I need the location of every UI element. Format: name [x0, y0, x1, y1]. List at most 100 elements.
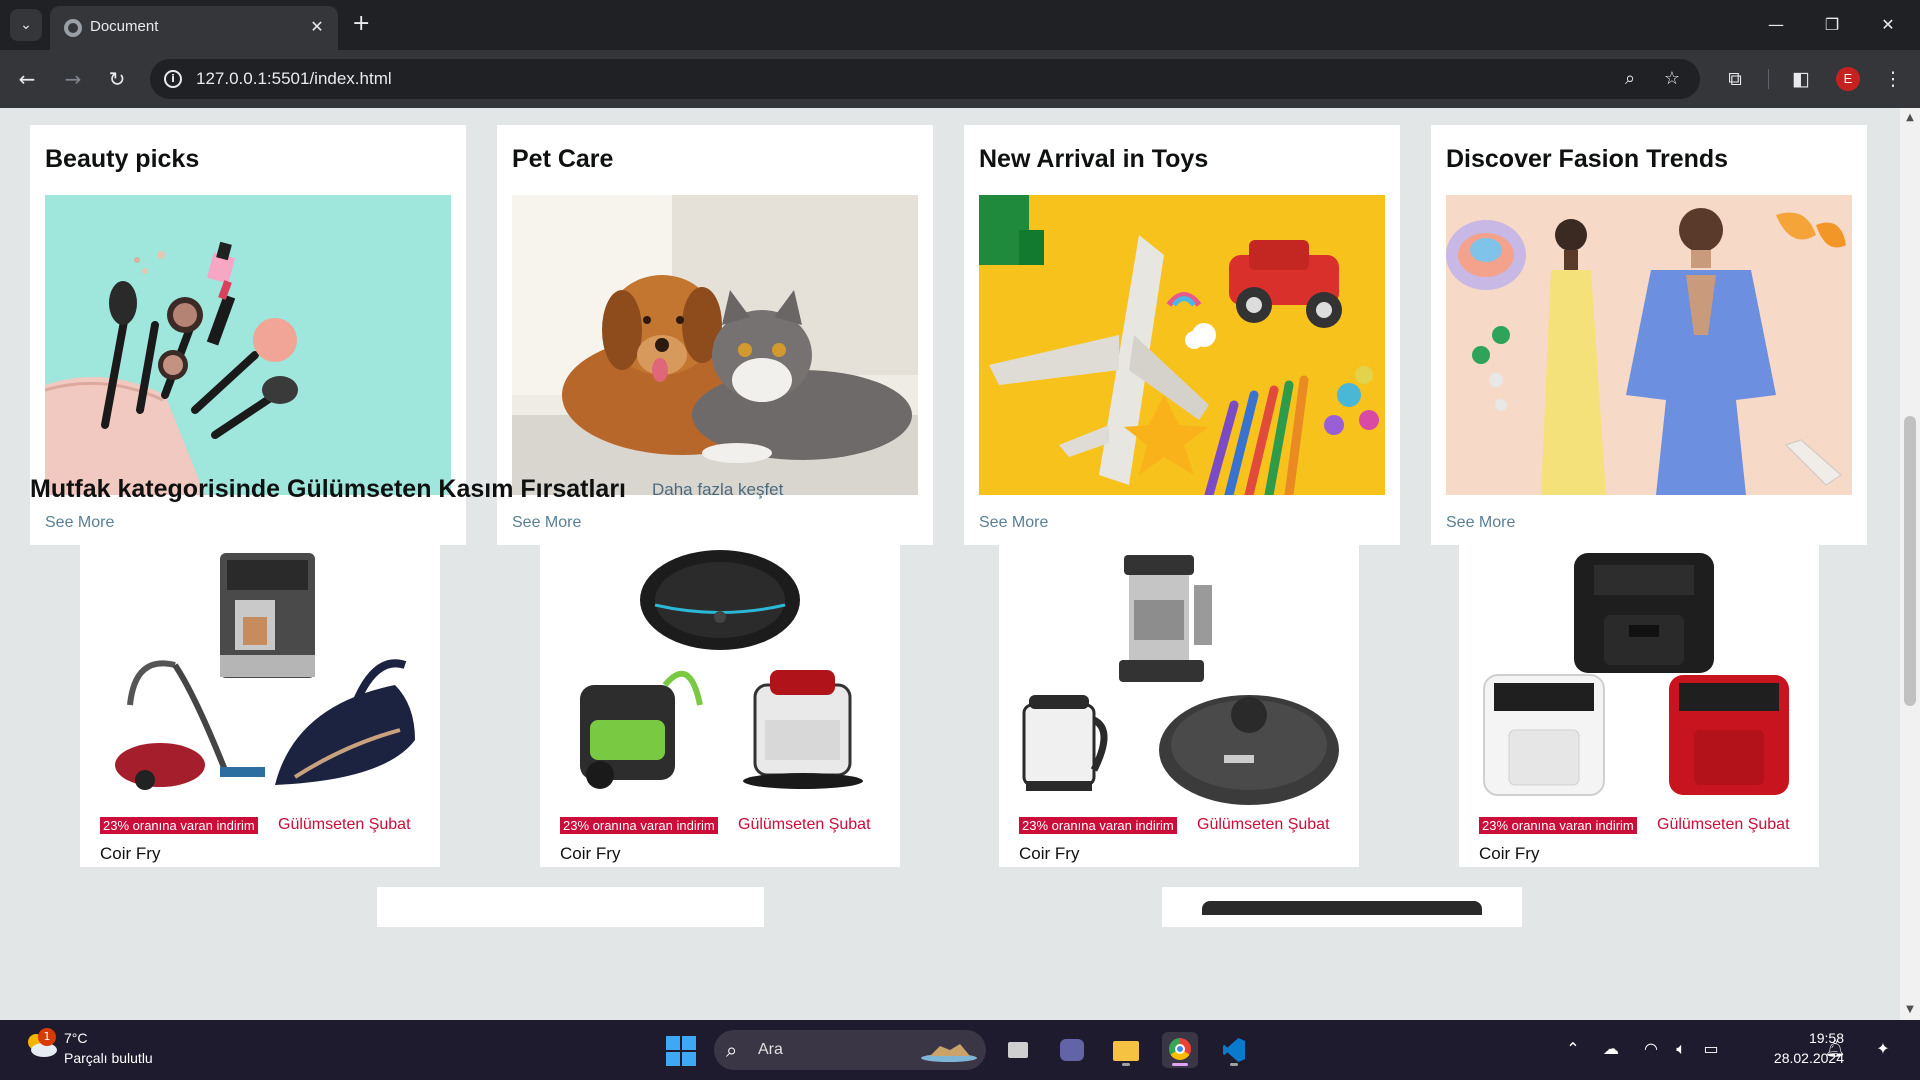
tab-search-button[interactable]: ⌄ [10, 9, 42, 41]
product-name: Coir Fry [560, 844, 621, 863]
close-tab-icon[interactable]: ✕ [306, 16, 328, 38]
product-card-peek[interactable] [1162, 887, 1522, 927]
see-more-link[interactable]: See More [1446, 514, 1515, 532]
category-title: Pet Care [512, 145, 614, 173]
air-fryers-image [1474, 545, 1804, 807]
windows-logo-pane [682, 1052, 696, 1066]
copilot-icon[interactable]: ✦ [1868, 1038, 1898, 1060]
dog-and-cat-image[interactable] [512, 195, 918, 495]
discount-badge: 23% oranına varan indirim [1479, 817, 1637, 834]
toolbar-divider [1768, 69, 1769, 89]
windows-logo-pane [682, 1036, 696, 1050]
product-name: Coir Fry [1019, 844, 1080, 863]
scrollbar-thumb[interactable] [1904, 416, 1916, 706]
page-scrollbar[interactable]: ▲ ▼ [1900, 108, 1920, 1020]
profile-avatar[interactable]: E [1836, 67, 1860, 91]
weather-badge: 1 [38, 1028, 56, 1046]
product-card[interactable]: 23% oranına varan indirim Gülümseten Şub… [540, 537, 900, 867]
teams-app[interactable] [1054, 1032, 1090, 1068]
search-label: Ara [758, 1041, 783, 1058]
extensions-icon[interactable]: ⧉ [1720, 64, 1750, 94]
task-view-button[interactable] [1000, 1032, 1036, 1068]
discount-badge: 23% oranına varan indirim [1019, 817, 1177, 834]
teams-icon [1060, 1039, 1084, 1061]
start-button[interactable] [666, 1036, 696, 1066]
product-card[interactable]: 23% oranına varan indirim Gülümseten Şub… [80, 537, 440, 867]
site-info-icon[interactable]: i [164, 70, 182, 88]
back-button[interactable]: ← [12, 64, 42, 94]
taskbar-search[interactable]: ⌕ Ara [714, 1030, 986, 1070]
url-text: 127.0.0.1:5501/index.html [196, 69, 392, 88]
running-indicator [1230, 1063, 1238, 1066]
search-icon: ⌕ [726, 1038, 738, 1062]
forward-button[interactable]: → [58, 64, 88, 94]
active-indicator [1172, 1063, 1188, 1066]
zoom-icon[interactable]: ⌕ [1618, 67, 1642, 91]
toys-image[interactable] [979, 195, 1385, 495]
product-name: Coir Fry [100, 844, 161, 863]
volume-icon[interactable]: 🔈︎ [1670, 1038, 1692, 1060]
chrome-app[interactable] [1162, 1032, 1198, 1068]
tab-title: Document [90, 18, 159, 35]
scroll-down-icon[interactable]: ▼ [1900, 1002, 1920, 1018]
see-more-link[interactable]: See More [979, 514, 1048, 532]
scroll-up-icon[interactable]: ▲ [1900, 110, 1920, 126]
product-card-peek[interactable] [377, 887, 764, 927]
robot-vacuum-carpet-cleaners-image [555, 545, 885, 807]
file-explorer-app[interactable] [1108, 1032, 1144, 1068]
category-card: Discover Fasion Trends See More [1431, 125, 1867, 545]
globe-icon [64, 19, 82, 37]
task-view-icon [1008, 1042, 1028, 1058]
discount-badge: 23% oranına varan indirim [100, 817, 258, 834]
reload-button[interactable]: ↻ [102, 64, 132, 94]
browser-toolbar: ← → ↻ i 127.0.0.1:5501/index.html ⌕ ☆ ⧉ … [0, 50, 1920, 108]
chrome-icon-center [1175, 1044, 1185, 1054]
windows-logo-pane [666, 1052, 680, 1066]
onedrive-cloud-icon[interactable]: ☁ [1600, 1038, 1622, 1060]
side-panel-icon[interactable]: ◧ [1786, 64, 1816, 94]
section-title: Mutfak kategorisinde Gülümseten Kasım Fı… [30, 475, 626, 503]
product-card[interactable]: 23% oranına varan indirim Gülümseten Şub… [1459, 537, 1819, 867]
chevron-up-icon[interactable]: ⌃ [1562, 1038, 1584, 1060]
folder-icon [1113, 1041, 1139, 1061]
browser-tab[interactable]: Document ✕ [50, 6, 338, 50]
makeup-image[interactable] [45, 195, 451, 495]
see-more-link[interactable]: See More [512, 514, 581, 532]
notification-bell-icon[interactable]: 🔔︎ [1824, 1038, 1846, 1060]
deal-label: Gülümseten Şubat [1657, 816, 1790, 833]
address-bar[interactable]: i 127.0.0.1:5501/index.html ⌕ ☆ [150, 59, 1700, 99]
category-card: New Arrival in Toys See More [964, 125, 1400, 545]
more-menu-icon[interactable]: ⋮ [1878, 64, 1908, 94]
category-title: New Arrival in Toys [979, 145, 1209, 173]
minimize-button[interactable]: — [1756, 10, 1796, 40]
page-viewport: Beauty picks See More Pet Care See More … [0, 108, 1900, 1020]
explore-more-link[interactable]: Daha fazla keşfet [652, 480, 783, 500]
coffee-machine-vacuum-iron-image [95, 545, 425, 807]
search-highlight-icon [921, 1044, 977, 1062]
wifi-icon[interactable]: ◠ [1640, 1038, 1662, 1060]
discount-badge: 23% oranına varan indirim [560, 817, 718, 834]
product-card[interactable]: 23% oranına varan indirim Gülümseten Şub… [999, 537, 1359, 867]
vscode-app[interactable] [1216, 1032, 1252, 1068]
bookmark-star-icon[interactable]: ☆ [1660, 67, 1684, 91]
see-more-link[interactable]: See More [45, 514, 114, 532]
category-title: Discover Fasion Trends [1446, 145, 1729, 173]
weather-description: Parçalı bulutlu [64, 1050, 153, 1066]
deal-label: Gülümseten Şubat [738, 816, 871, 833]
battery-icon[interactable]: ▭ [1700, 1038, 1722, 1060]
windows-taskbar: 1 7°C Parçalı bulutlu ⌕ Ara ⌃ ☁ ◠ 🔈︎ ▭ 1… [0, 1020, 1920, 1080]
vscode-icon [1223, 1038, 1245, 1062]
deal-label: Gülümseten Şubat [278, 816, 411, 833]
new-tab-button[interactable]: + [352, 12, 370, 36]
fashion-image[interactable] [1446, 195, 1852, 495]
espresso-kettle-robot-vacuum-image [1014, 545, 1344, 807]
deal-label: Gülümseten Şubat [1197, 816, 1330, 833]
category-title: Beauty picks [45, 145, 200, 173]
restore-button[interactable]: ❐ [1812, 10, 1852, 40]
air-fryer-top [1202, 901, 1482, 915]
weather-temperature: 7°C [64, 1030, 88, 1046]
product-name: Coir Fry [1479, 844, 1540, 863]
running-indicator [1122, 1063, 1130, 1066]
close-window-button[interactable]: ✕ [1868, 10, 1908, 40]
windows-logo-pane [666, 1036, 680, 1050]
